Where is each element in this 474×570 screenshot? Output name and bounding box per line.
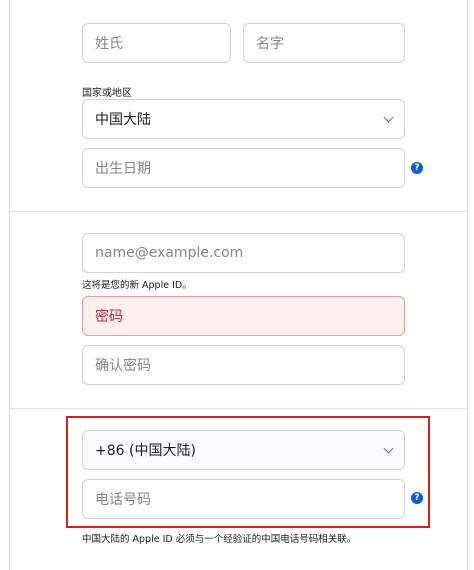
highlight-box — [66, 416, 430, 528]
password-field[interactable]: 密码 — [82, 296, 405, 336]
email-hint: 这将是您的新 Apple ID。 — [82, 280, 192, 291]
birthday-field[interactable]: 出生日期 — [82, 148, 405, 188]
last-name-placeholder: 姓氏 — [95, 36, 123, 52]
birthday-placeholder: 出生日期 — [95, 161, 151, 177]
first-name-placeholder: 名字 — [256, 36, 284, 52]
email-placeholder: name@example.com — [95, 245, 244, 261]
section-divider — [10, 211, 467, 212]
chevron-down-icon — [383, 112, 394, 123]
first-name-field[interactable]: 名字 — [243, 23, 405, 63]
region-select[interactable]: 中国大陆 — [82, 99, 405, 139]
region-selected-value: 中国大陆 — [95, 112, 151, 128]
phone-hint: 中国大陆的 Apple ID 必须与一个经验证的中国电话号码相关联。 — [82, 534, 357, 545]
last-name-field[interactable]: 姓氏 — [82, 23, 231, 63]
section-divider — [10, 408, 467, 409]
confirm-password-placeholder: 确认密码 — [95, 358, 151, 374]
region-label: 国家或地区 — [82, 88, 132, 99]
birthday-help-icon[interactable]: ? — [411, 162, 423, 174]
confirm-password-field[interactable]: 确认密码 — [82, 345, 405, 385]
email-field[interactable]: name@example.com — [82, 233, 405, 273]
password-placeholder: 密码 — [95, 309, 123, 325]
